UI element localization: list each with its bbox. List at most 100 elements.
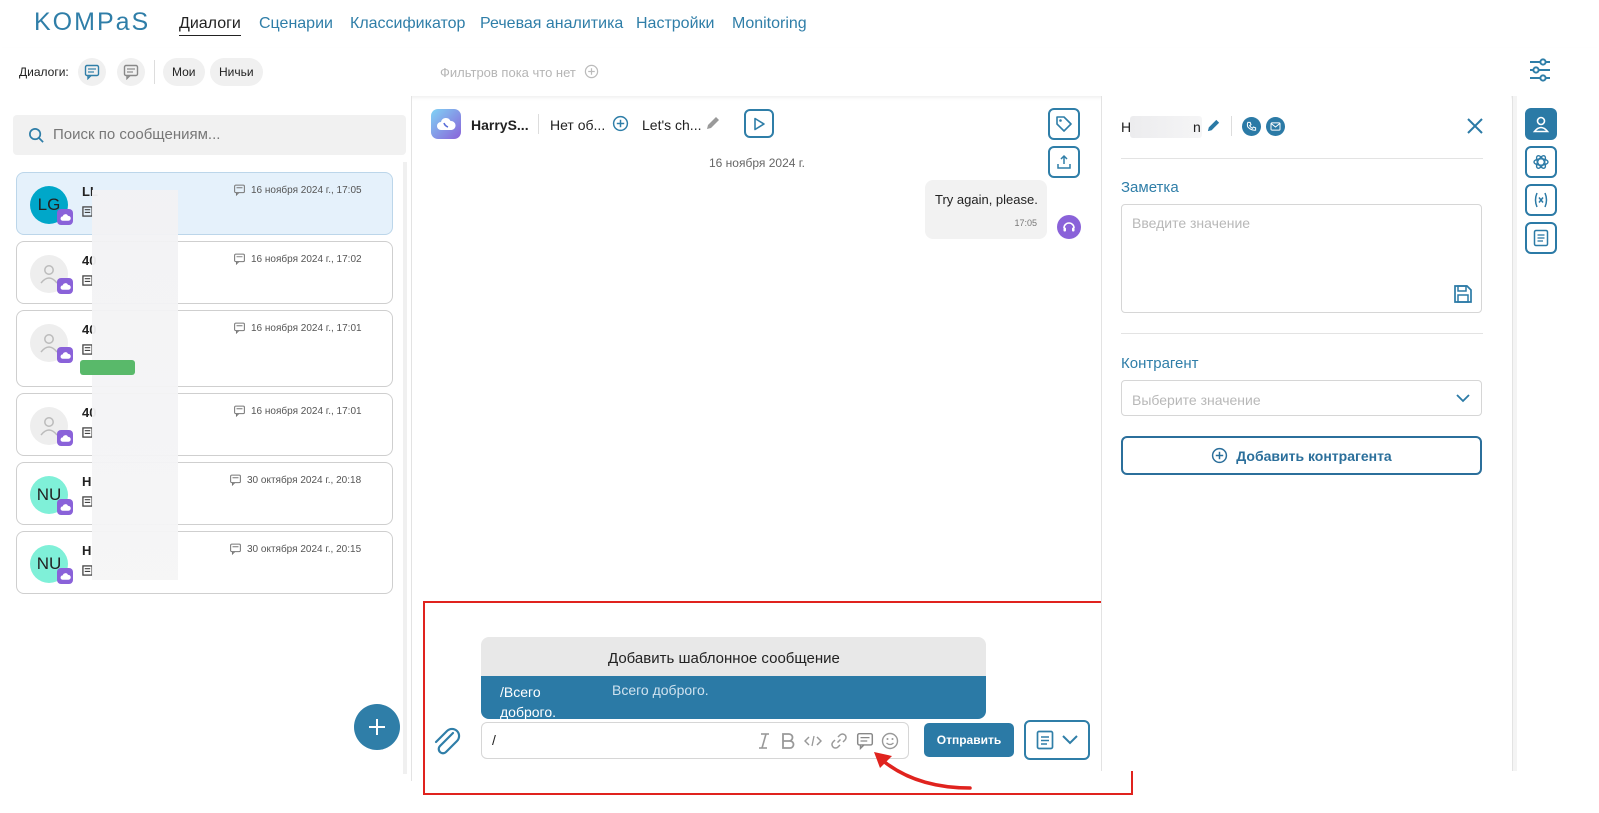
user-icon — [1532, 116, 1550, 133]
channel-avatar — [431, 109, 461, 139]
chat-scenario-text[interactable]: Let's ch... — [642, 117, 701, 133]
new-dialog-button[interactable] — [354, 704, 400, 750]
note-field[interactable]: Введите значение — [1121, 204, 1482, 313]
dialog-list-item[interactable]: 40 16 ноября 2024 г., 17:01 — [16, 393, 393, 456]
variable-icon — [1534, 192, 1548, 208]
export-button[interactable] — [1048, 146, 1080, 178]
dialog-date: 16 ноября 2024 г., 17:02 — [251, 254, 362, 265]
dialog-list-item[interactable]: 40 16 ноября 2024 г., 17:01 — [16, 310, 393, 387]
search-input[interactable]: Поиск по сообщениям... — [53, 126, 220, 143]
upload-icon — [1057, 154, 1071, 169]
channel-badge — [57, 278, 73, 294]
email-button[interactable] — [1266, 117, 1285, 136]
variables-tab[interactable] — [1525, 184, 1557, 216]
dialog-list-item[interactable]: NU H 30 октября 2024 г., 20:18 — [16, 462, 393, 525]
mail-icon — [1270, 122, 1281, 131]
add-counterparty-label: Добавить контрагента — [1236, 447, 1392, 464]
edit-contact-name-button[interactable] — [1206, 118, 1221, 133]
plus-circle-icon — [612, 115, 629, 132]
pencil-icon — [707, 117, 719, 129]
nav-speech-analytics[interactable]: Речевая аналитика — [480, 15, 623, 33]
cloud-phone-icon — [60, 213, 71, 221]
save-icon[interactable] — [1453, 284, 1473, 304]
rail-scrollbar[interactable] — [1513, 96, 1517, 771]
dialog-list-item[interactable]: 40 16 ноября 2024 г., 17:02 — [16, 241, 393, 304]
ai-assistant-tab[interactable] — [1525, 146, 1557, 178]
dialog-list-item[interactable]: LG LL 16 ноября 2024 г., 17:05 — [16, 172, 393, 235]
list-scrollbar[interactable] — [403, 162, 407, 774]
call-button[interactable] — [1242, 117, 1261, 136]
status-tag — [80, 360, 135, 375]
chat-icon — [234, 184, 245, 196]
channel-badge — [57, 430, 73, 446]
contact-info-tab[interactable] — [1525, 108, 1557, 140]
note-label: Заметка — [1121, 179, 1179, 196]
message-bubble: Try again, please. 17:05 — [925, 180, 1047, 239]
message-search[interactable]: Поиск по сообщениям... — [13, 115, 406, 155]
search-icon — [29, 128, 44, 143]
sliders-icon — [1530, 58, 1550, 82]
divider — [538, 114, 539, 134]
cloud-phone-icon — [60, 503, 71, 511]
chevron-down-icon — [1456, 394, 1470, 403]
divider — [1121, 158, 1483, 159]
play-scenario-button[interactable] — [744, 109, 774, 138]
divider — [154, 60, 155, 84]
redacted-area — [92, 190, 178, 580]
annotation-highlight-box — [423, 601, 1133, 795]
chat-icon — [230, 543, 241, 555]
nav-dialogs[interactable]: Диалоги — [179, 15, 241, 36]
active-dialogs-filter-button[interactable] — [78, 58, 106, 86]
contact-details-panel — [1101, 96, 1511, 771]
dialogs-filter-label: Диалоги: — [19, 65, 69, 79]
divider — [1231, 116, 1232, 136]
filter-bar: Диалоги: Мои Ничьи — [0, 48, 1599, 96]
counterparty-label: Контрагент — [1121, 355, 1199, 372]
chat-icon — [84, 64, 100, 80]
document-icon — [1533, 229, 1549, 247]
chat-icon — [234, 253, 245, 265]
channel-badge — [57, 568, 73, 584]
nav-scenarios[interactable]: Сценарии — [259, 15, 333, 33]
headset-icon — [1063, 222, 1075, 232]
tag-icon — [1056, 116, 1072, 132]
filter-settings-button[interactable] — [1528, 56, 1552, 84]
dialog-date: 16 ноября 2024 г., 17:05 — [251, 185, 362, 196]
redacted-name — [1130, 116, 1202, 138]
message-text: Try again, please. — [935, 192, 1038, 207]
chat-icon — [123, 64, 139, 80]
add-status-button[interactable] — [612, 115, 629, 132]
add-filter-button[interactable] — [584, 64, 599, 79]
plus-circle-icon — [584, 64, 599, 79]
tag-button[interactable] — [1048, 108, 1080, 140]
no-filters-text: Фильтров пока что нет — [440, 65, 576, 80]
channel-badge — [57, 209, 73, 225]
play-icon — [754, 117, 765, 130]
cloud-phone-icon — [437, 117, 456, 130]
chat-contact-name[interactable]: HarryS... — [471, 117, 529, 133]
note-input[interactable]: Введите значение — [1132, 215, 1250, 231]
cloud-phone-icon — [60, 434, 71, 442]
nobody-filter-pill[interactable]: Ничьи — [210, 58, 263, 86]
documents-tab[interactable] — [1525, 222, 1557, 254]
counterparty-select-value: Выберите значение — [1132, 392, 1261, 408]
app-logo[interactable]: KOMPaS — [34, 8, 150, 37]
nav-monitoring[interactable]: Monitoring — [732, 15, 807, 33]
add-counterparty-button[interactable]: Добавить контрагента — [1121, 436, 1482, 475]
cloud-phone-icon — [60, 282, 71, 290]
nav-settings[interactable]: Настройки — [636, 15, 714, 33]
closed-dialogs-filter-button[interactable] — [117, 58, 145, 86]
counterparty-select[interactable]: Выберите значение — [1121, 380, 1482, 416]
top-nav: KOMPaS Диалоги Сценарии Классификатор Ре… — [0, 0, 1599, 48]
nav-classifier[interactable]: Классификатор — [350, 15, 465, 33]
chat-status-text[interactable]: Нет об... — [550, 117, 605, 133]
pencil-icon — [1207, 119, 1220, 132]
edit-scenario-button[interactable] — [705, 115, 721, 131]
annotation-arrow — [874, 752, 972, 790]
close-panel-button[interactable] — [1466, 117, 1484, 135]
cloud-phone-icon — [60, 351, 71, 359]
dialog-list-item[interactable]: NU H 30 октября 2024 г., 20:15 — [16, 531, 393, 594]
plus-icon — [369, 719, 385, 735]
channel-badge — [57, 347, 73, 363]
mine-filter-pill[interactable]: Мои — [163, 58, 205, 86]
